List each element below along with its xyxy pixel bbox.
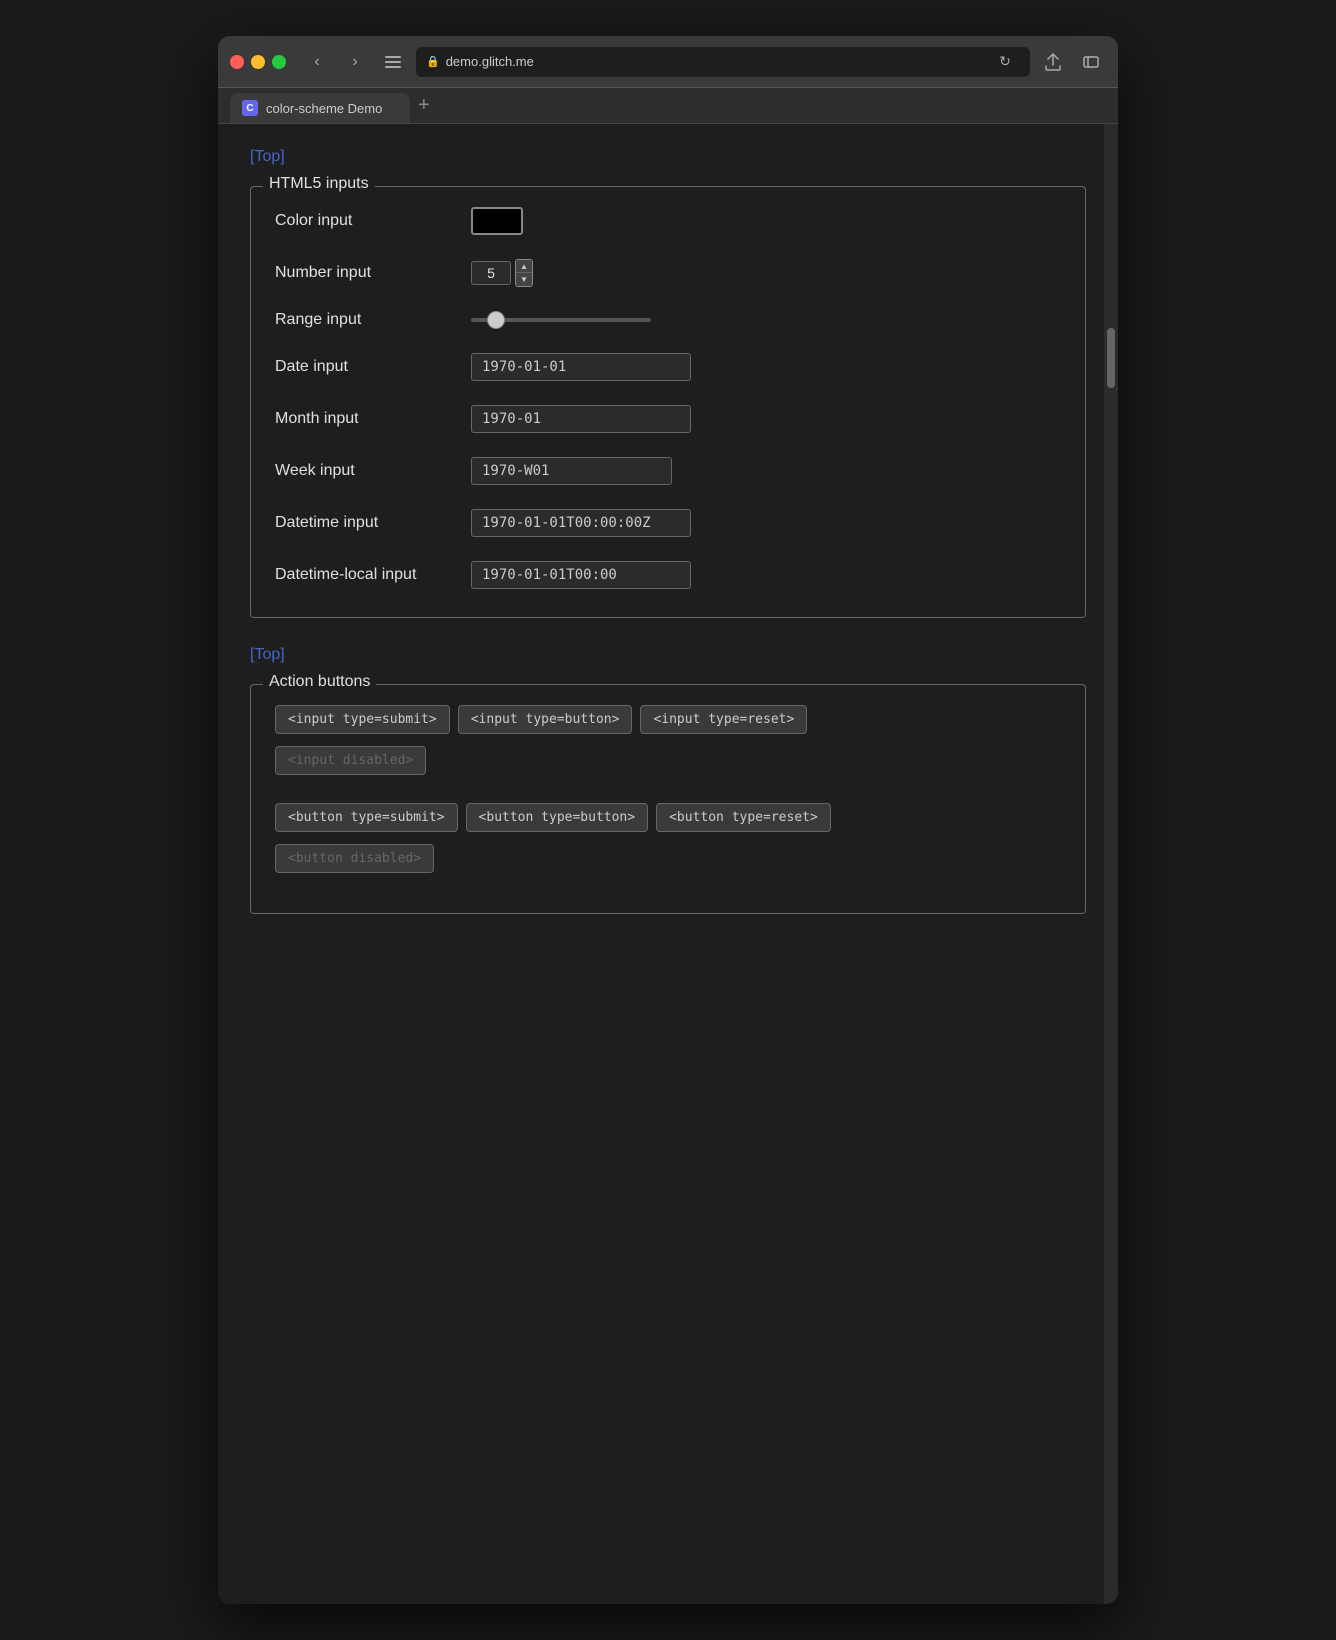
browser-window: ‹ › 🔒 demo.glitch.me ↻ bbox=[218, 36, 1118, 1604]
active-tab[interactable]: C color-scheme Demo bbox=[230, 93, 410, 123]
action-buttons-fieldset: Action buttons <input type=submit> <inpu… bbox=[250, 684, 1086, 914]
button-reset-button[interactable]: <button type=reset> bbox=[656, 803, 831, 832]
new-tab-button[interactable]: + bbox=[410, 94, 438, 117]
top-link-1[interactable]: [Top] bbox=[250, 148, 285, 166]
input-disabled-group: <input disabled> bbox=[275, 746, 1061, 775]
number-spinner[interactable]: ▲ ▼ bbox=[515, 259, 533, 287]
week-input[interactable] bbox=[471, 457, 672, 485]
forward-button[interactable]: › bbox=[340, 47, 370, 77]
back-button[interactable]: ‹ bbox=[302, 47, 332, 77]
color-input-row: Color input bbox=[275, 207, 1061, 235]
action-legend: Action buttons bbox=[263, 673, 376, 691]
datetime-input[interactable] bbox=[471, 509, 691, 537]
page-content: [Top] HTML5 inputs Color input Number in… bbox=[218, 124, 1118, 1604]
datetime-input-label: Datetime input bbox=[275, 514, 455, 532]
date-input[interactable] bbox=[471, 353, 691, 381]
range-input-label: Range input bbox=[275, 311, 455, 329]
datetime-local-input-label: Datetime-local input bbox=[275, 566, 455, 584]
tab-title: color-scheme Demo bbox=[266, 101, 382, 116]
sidebar-button[interactable] bbox=[378, 47, 408, 77]
button-submit-button[interactable]: <button type=submit> bbox=[275, 803, 458, 832]
button-buttons-group: <button type=submit> <button type=button… bbox=[275, 803, 1061, 832]
datetime-input-row: Datetime input bbox=[275, 509, 1061, 537]
number-input-label: Number input bbox=[275, 264, 455, 282]
month-input-row: Month input bbox=[275, 405, 1061, 433]
date-input-row: Date input bbox=[275, 353, 1061, 381]
titlebar: ‹ › 🔒 demo.glitch.me ↻ bbox=[218, 36, 1118, 88]
input-submit-button[interactable]: <input type=submit> bbox=[275, 705, 450, 734]
tab-favicon: C bbox=[242, 100, 258, 116]
reload-button[interactable]: ↻ bbox=[990, 47, 1020, 77]
lock-icon: 🔒 bbox=[426, 55, 440, 68]
date-input-label: Date input bbox=[275, 358, 455, 376]
range-input[interactable] bbox=[471, 318, 651, 322]
top-link-2[interactable]: [Top] bbox=[250, 646, 285, 664]
button-disabled-button[interactable]: <button disabled> bbox=[275, 844, 434, 873]
number-input-row: Number input ▲ ▼ bbox=[275, 259, 1061, 287]
datetime-local-input[interactable] bbox=[471, 561, 691, 589]
number-input[interactable] bbox=[471, 261, 511, 285]
input-reset-button[interactable]: <input type=reset> bbox=[640, 705, 807, 734]
scrollbar[interactable] bbox=[1104, 124, 1118, 1604]
input-buttons-group: <input type=submit> <input type=button> … bbox=[275, 705, 1061, 734]
traffic-lights bbox=[230, 55, 286, 69]
new-window-button[interactable] bbox=[1076, 47, 1106, 77]
spinner-up-button[interactable]: ▲ bbox=[516, 260, 532, 273]
tab-bar: C color-scheme Demo + bbox=[218, 88, 1118, 124]
input-disabled-button[interactable]: <input disabled> bbox=[275, 746, 426, 775]
number-input-wrapper: ▲ ▼ bbox=[471, 259, 533, 287]
minimize-button[interactable] bbox=[251, 55, 265, 69]
input-button-button[interactable]: <input type=button> bbox=[458, 705, 633, 734]
week-input-label: Week input bbox=[275, 462, 455, 480]
html5-legend: HTML5 inputs bbox=[263, 175, 375, 193]
share-button[interactable] bbox=[1038, 47, 1068, 77]
spinner-down-button[interactable]: ▼ bbox=[516, 273, 532, 286]
close-button[interactable] bbox=[230, 55, 244, 69]
range-input-row: Range input bbox=[275, 311, 1061, 329]
fullscreen-button[interactable] bbox=[272, 55, 286, 69]
month-input[interactable] bbox=[471, 405, 691, 433]
color-input-label: Color input bbox=[275, 212, 455, 230]
datetime-local-input-row: Datetime-local input bbox=[275, 561, 1061, 589]
url-text: demo.glitch.me bbox=[446, 54, 534, 69]
month-input-label: Month input bbox=[275, 410, 455, 428]
button-button-button[interactable]: <button type=button> bbox=[466, 803, 649, 832]
week-input-row: Week input bbox=[275, 457, 1061, 485]
color-input[interactable] bbox=[471, 207, 523, 235]
scrollbar-thumb[interactable] bbox=[1107, 328, 1115, 388]
button-disabled-group: <button disabled> bbox=[275, 844, 1061, 873]
html5-inputs-fieldset: HTML5 inputs Color input Number input ▲ … bbox=[250, 186, 1086, 618]
address-bar[interactable]: 🔒 demo.glitch.me ↻ bbox=[416, 47, 1030, 77]
